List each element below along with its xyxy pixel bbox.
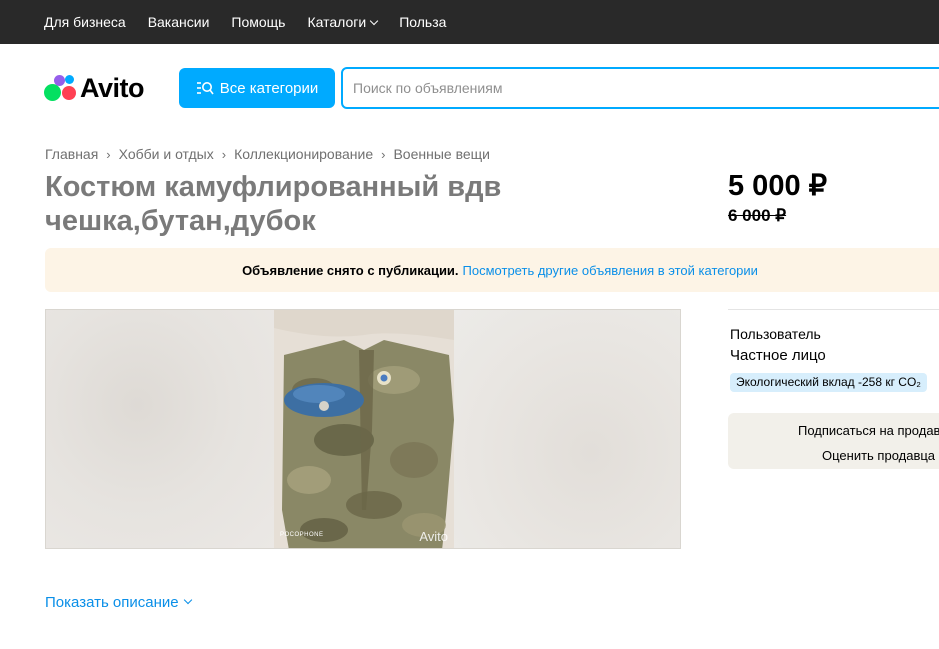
listing-price: 5 000 ₽ (728, 170, 828, 202)
breadcrumb-home[interactable]: Главная (45, 146, 98, 162)
breadcrumb-hobby[interactable]: Хобби и отдых (119, 146, 214, 162)
top-nav-bar: Для бизнеса Вакансии Помощь Каталоги Пол… (0, 0, 939, 44)
subscribe-seller-button[interactable]: Подписаться на продавца (798, 423, 939, 438)
gallery-blur-left (46, 310, 274, 548)
breadcrumb-collecting[interactable]: Коллекционирование (234, 146, 373, 162)
rate-seller-button[interactable]: Оценить продавца (822, 448, 935, 463)
nav-benefit[interactable]: Польза (399, 14, 446, 30)
seller-divider (728, 309, 939, 310)
listing-title: Костюм камуфлированный вдв чешка,бутан,д… (45, 171, 502, 237)
categories-search-icon (196, 82, 214, 95)
unpublished-notice: Объявление снято с публикации. Посмотрет… (45, 248, 939, 292)
search-box (341, 67, 939, 109)
seller-actions: Подписаться на продавца Оценить продавца (728, 413, 939, 469)
listing-photo[interactable]: POCOPHONE Avito (274, 310, 454, 548)
chevron-down-icon (369, 16, 379, 26)
top-nav: Для бизнеса Вакансии Помощь Каталоги Пол… (44, 0, 446, 44)
photo-phone-tag: POCOPHONE (280, 532, 324, 538)
breadcrumb: Главная › Хобби и отдых › Коллекциониров… (45, 146, 490, 162)
all-categories-label: Все категории (219, 79, 319, 97)
camouflage-uniform-photo (274, 310, 454, 548)
all-categories-button[interactable]: Все категории (179, 68, 335, 108)
search-input[interactable] (343, 69, 939, 107)
avito-logo[interactable]: Avito (44, 72, 145, 104)
nav-for-business[interactable]: Для бизнеса (44, 14, 126, 30)
nav-catalogs[interactable]: Каталоги (307, 14, 379, 30)
listing-old-price: 6 000 ₽ (728, 206, 787, 225)
logo-text: Avito (80, 72, 145, 103)
notice-category-link[interactable]: Посмотреть другие объявления в этой кате… (463, 263, 758, 278)
notice-text: Объявление снято с публикации. (242, 262, 459, 278)
eco-contribution-badge[interactable]: Экологический вклад -258 кг CO₂ (730, 373, 927, 392)
seller-type: Частное лицо (730, 347, 826, 364)
show-description-link[interactable]: Показать описание (45, 594, 192, 611)
nav-vacancies[interactable]: Вакансии (148, 14, 210, 30)
chevron-down-icon (183, 595, 192, 605)
breadcrumb-separator-icon: › (221, 146, 227, 162)
gallery-blur-right (454, 310, 680, 548)
breadcrumb-separator-icon: › (106, 146, 111, 162)
photo-gallery: POCOPHONE Avito (45, 309, 681, 549)
photo-watermark: Avito (419, 529, 448, 544)
seller-name[interactable]: Пользователь (730, 326, 821, 342)
logo-dots-icon (44, 73, 78, 103)
nav-catalogs-label: Каталоги (307, 14, 367, 30)
breadcrumb-separator-icon: › (381, 146, 386, 162)
breadcrumb-military[interactable]: Военные вещи (393, 146, 490, 162)
nav-help[interactable]: Помощь (231, 14, 285, 30)
show-description-label: Показать описание (45, 594, 179, 611)
